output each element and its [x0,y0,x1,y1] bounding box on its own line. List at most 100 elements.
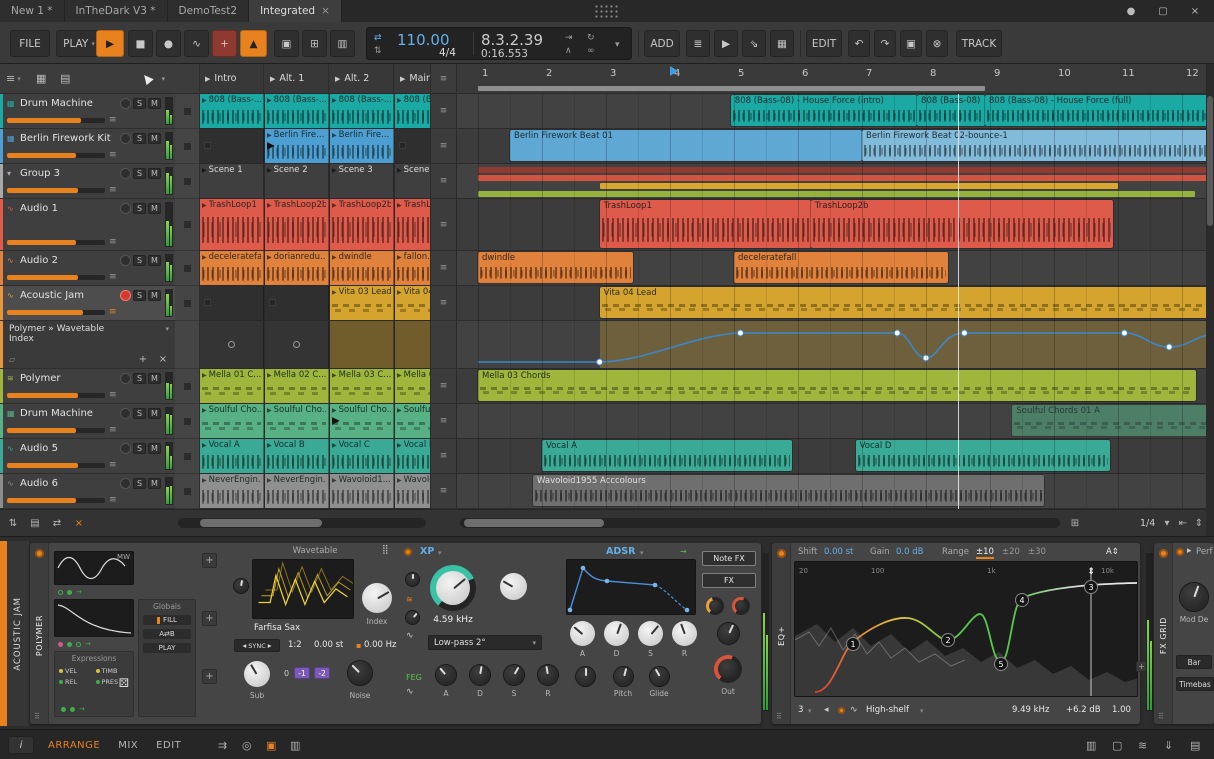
grip-icon[interactable]: ≡ [440,74,448,84]
clip-play-icon[interactable]: ▶ [202,202,207,209]
clip-launcher-cell[interactable]: ▶ TrashLoop2b [330,199,394,250]
restore-window-icon[interactable]: ▢ [1152,3,1174,19]
add-scene-icon[interactable]: ⊞ [1066,516,1084,531]
volume-slider[interactable] [7,187,105,193]
mute-button[interactable]: M [148,407,161,419]
clip-stop-cell[interactable] [175,369,199,404]
empty-clip-slot[interactable] [200,286,264,320]
wavetable-browser-icon[interactable]: ⣿ [382,545,389,555]
clip-play-icon[interactable]: ▶ [267,202,272,209]
filter-menu-caret-icon[interactable]: ▾ [438,549,442,557]
stop-button[interactable]: ■ [128,30,153,57]
power-icon[interactable] [777,549,786,558]
amp-env-name[interactable]: ADSR [606,546,635,557]
tab-new-1-[interactable]: New 1 * [0,0,65,22]
solo-button[interactable]: S [133,372,146,384]
clip-play-icon[interactable]: ▶ [202,372,207,379]
empty-clip-slot[interactable] [200,129,264,163]
auto-gain-icon[interactable]: A⇕ [1106,547,1119,557]
gain-value[interactable]: 0.0 dB [896,547,923,557]
feg-attack-knob[interactable] [436,665,456,685]
clip-play-icon[interactable]: ▶ [202,97,207,104]
track-menu-icon[interactable]: ≡ [109,115,119,125]
automation-slot[interactable] [330,321,394,368]
punch-in-icon[interactable]: ⇥ [565,33,573,43]
clip-launcher-cell[interactable]: ▶ dwindle [330,251,394,285]
drag-handle-icon[interactable]: ⠿ [776,712,782,721]
automation-curve[interactable] [457,321,1206,369]
record-button[interactable]: ● [156,30,181,57]
add-modulator-button[interactable]: + [202,553,217,568]
group-scene-cell[interactable]: ▶ Scene 3 [330,164,394,198]
zoom-fit-button[interactable]: ▥ [330,30,355,57]
band-power-icon[interactable] [838,707,845,714]
clip-play-icon[interactable]: ▶ [267,97,272,104]
arranger-h-scrollbar[interactable] [460,518,1060,528]
volume-slider[interactable] [7,427,105,433]
meter-bridge-icon[interactable]: ▥ [1086,739,1096,752]
clip-launcher-cell[interactable]: ▶ Vocal A [200,439,264,473]
band-frequency-value[interactable]: 9.49 kHz [1012,705,1049,715]
arranger-track-handle[interactable]: ≡ [431,129,456,164]
time-display[interactable]: 0:16.553 [481,48,528,60]
volume-slider[interactable] [7,392,105,398]
clip-launcher-cell[interactable]: ▶808 (Bass-... [395,94,430,128]
pointer-tool-icon[interactable]: ▲ [138,70,154,87]
solo-button[interactable]: S [133,477,146,489]
arranger-clip[interactable]: Berlin Firework Beat 02-bounce-1 [862,130,1206,161]
arranger-track-handle[interactable]: ≡ [431,474,456,509]
play-button[interactable]: ▶ [96,30,124,57]
clip-play-icon[interactable]: ▶ [332,289,337,296]
glide-knob[interactable] [650,667,669,686]
clip-play-icon[interactable]: ▶ [332,167,337,174]
group-scene-cell[interactable]: ▶ Scene 1 [200,164,264,198]
env-mod-out-icon[interactable]: → [680,547,687,556]
bar-button[interactable]: Bar [1176,655,1212,669]
track-row[interactable]: ∿ Audio 6 S M ≡ [0,474,175,509]
clip-play-icon[interactable]: ▶ [332,442,337,449]
clip-play-icon[interactable]: ▶ [397,289,402,296]
monitor-button[interactable] [120,132,131,144]
sync-selector[interactable]: ◂ SYNC ▸ [234,639,280,652]
filter-mode-dropdown[interactable]: Low-pass 2° ▾ [428,635,542,650]
shift-value[interactable]: 0.00 st [824,547,853,557]
clip-launcher-cell[interactable]: ▶ Berlin Fire... [330,129,394,163]
scene-header[interactable]: ▶ Main [395,64,430,93]
group-scene-cell[interactable]: ▶Scene 4 [395,164,430,198]
fx-grid-device-header[interactable]: FX GRID ⠿ [1154,543,1173,724]
detune-semitones-value[interactable]: 0.00 st [314,640,343,650]
clip-play-icon[interactable]: ▶ [332,407,337,414]
close-window-icon[interactable]: × [1184,3,1206,19]
eq-band-node[interactable]: 1 [850,640,855,649]
scrollbar-thumb[interactable] [464,519,604,527]
undo-button[interactable]: ↶ [848,30,870,57]
arranger-track-handle[interactable]: ≡ [431,404,456,439]
clip-launcher-cell[interactable]: ▶ NeverEngin... [200,474,264,508]
add-panel-button[interactable]: ⊞ [302,30,327,57]
status-circle-icon[interactable]: ● [1120,3,1142,19]
clip-play-icon[interactable]: ▶ [332,372,337,379]
cycle-region[interactable] [478,86,985,91]
redo-button[interactable]: ↷ [874,30,896,57]
clip-play-icon[interactable]: ▶ [332,132,337,139]
tab-integrated[interactable]: Integrated × [249,0,342,22]
track-menu-icon[interactable]: ≡ [109,237,119,247]
amp-attack-knob[interactable] [570,621,595,646]
position-display[interactable]: 8.3.2.39 [481,31,543,49]
clip-play-icon[interactable]: ▶ [267,372,272,379]
clip-play-icon[interactable]: ▶ [202,442,207,449]
sub-octave-minus2[interactable]: -2 [314,667,330,679]
clip-play-icon[interactable]: ▶ [397,254,402,261]
clip-play-icon[interactable]: ▶ [267,442,272,449]
output-volume-knob[interactable] [714,655,742,683]
monitor-button[interactable] [120,372,131,384]
mix-knob[interactable] [718,623,739,644]
track-row[interactable]: ∿ Audio 2 S M ≡ [0,251,175,286]
mod-out-dots[interactable]: → [61,705,85,713]
arranger-clip[interactable]: 808 (Bass-08) [917,95,985,126]
scene-play-icon[interactable]: ▶ [335,75,340,83]
track-row[interactable]: ≋ Polymer S M ≡ [0,369,175,404]
send-b-knob[interactable] [732,597,750,615]
volume-slider[interactable] [7,309,105,315]
metronome-button[interactable]: ▲ [240,30,267,57]
